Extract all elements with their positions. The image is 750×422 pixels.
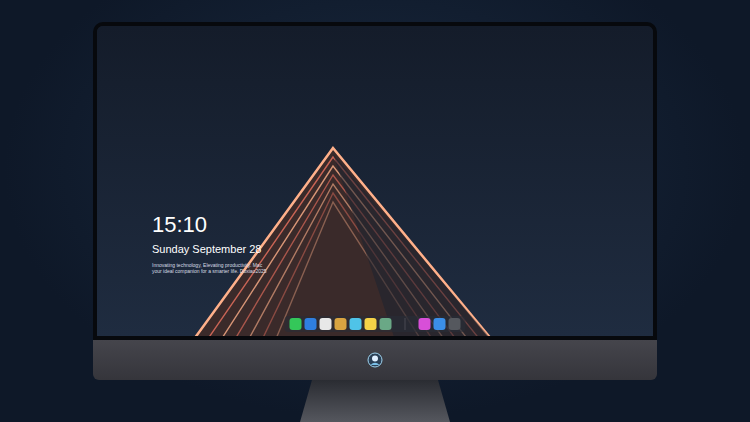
- dock-app-icon[interactable]: [335, 318, 347, 330]
- lock-clock: 15:10 Sunday September 28 Innovating tec…: [152, 212, 267, 274]
- wallpaper-icon: [97, 26, 653, 336]
- dock-app-icon[interactable]: [419, 318, 431, 330]
- dock-app-icon[interactable]: [449, 318, 461, 330]
- dock: [285, 316, 466, 332]
- tagline-line: Innovating technology, Elevating product…: [152, 262, 267, 268]
- dock-app-icon[interactable]: [305, 318, 317, 330]
- clock-date: Sunday September 28: [152, 242, 267, 256]
- desktop-screen: 15:10 Sunday September 28 Innovating tec…: [93, 22, 657, 340]
- tagline: Innovating technology, Elevating product…: [152, 262, 267, 274]
- tagline-line: your ideal companion for a smarter life.…: [152, 268, 267, 274]
- dock-app-icon[interactable]: [365, 318, 377, 330]
- dock-app-icon[interactable]: [380, 318, 392, 330]
- clock-time: 15:10: [152, 212, 267, 238]
- monitor: 15:10 Sunday September 28 Innovating tec…: [93, 22, 657, 422]
- monitor-stand: [300, 380, 450, 422]
- dock-app-icon[interactable]: [434, 318, 446, 330]
- dock-separator: [405, 318, 406, 330]
- dock-app-icon[interactable]: [350, 318, 362, 330]
- dock-app-icon[interactable]: [320, 318, 332, 330]
- monitor-chin: [93, 340, 657, 380]
- dock-app-icon[interactable]: [290, 318, 302, 330]
- page: 15:10 Sunday September 28 Innovating tec…: [0, 0, 750, 422]
- brand-logo-icon: [367, 352, 383, 368]
